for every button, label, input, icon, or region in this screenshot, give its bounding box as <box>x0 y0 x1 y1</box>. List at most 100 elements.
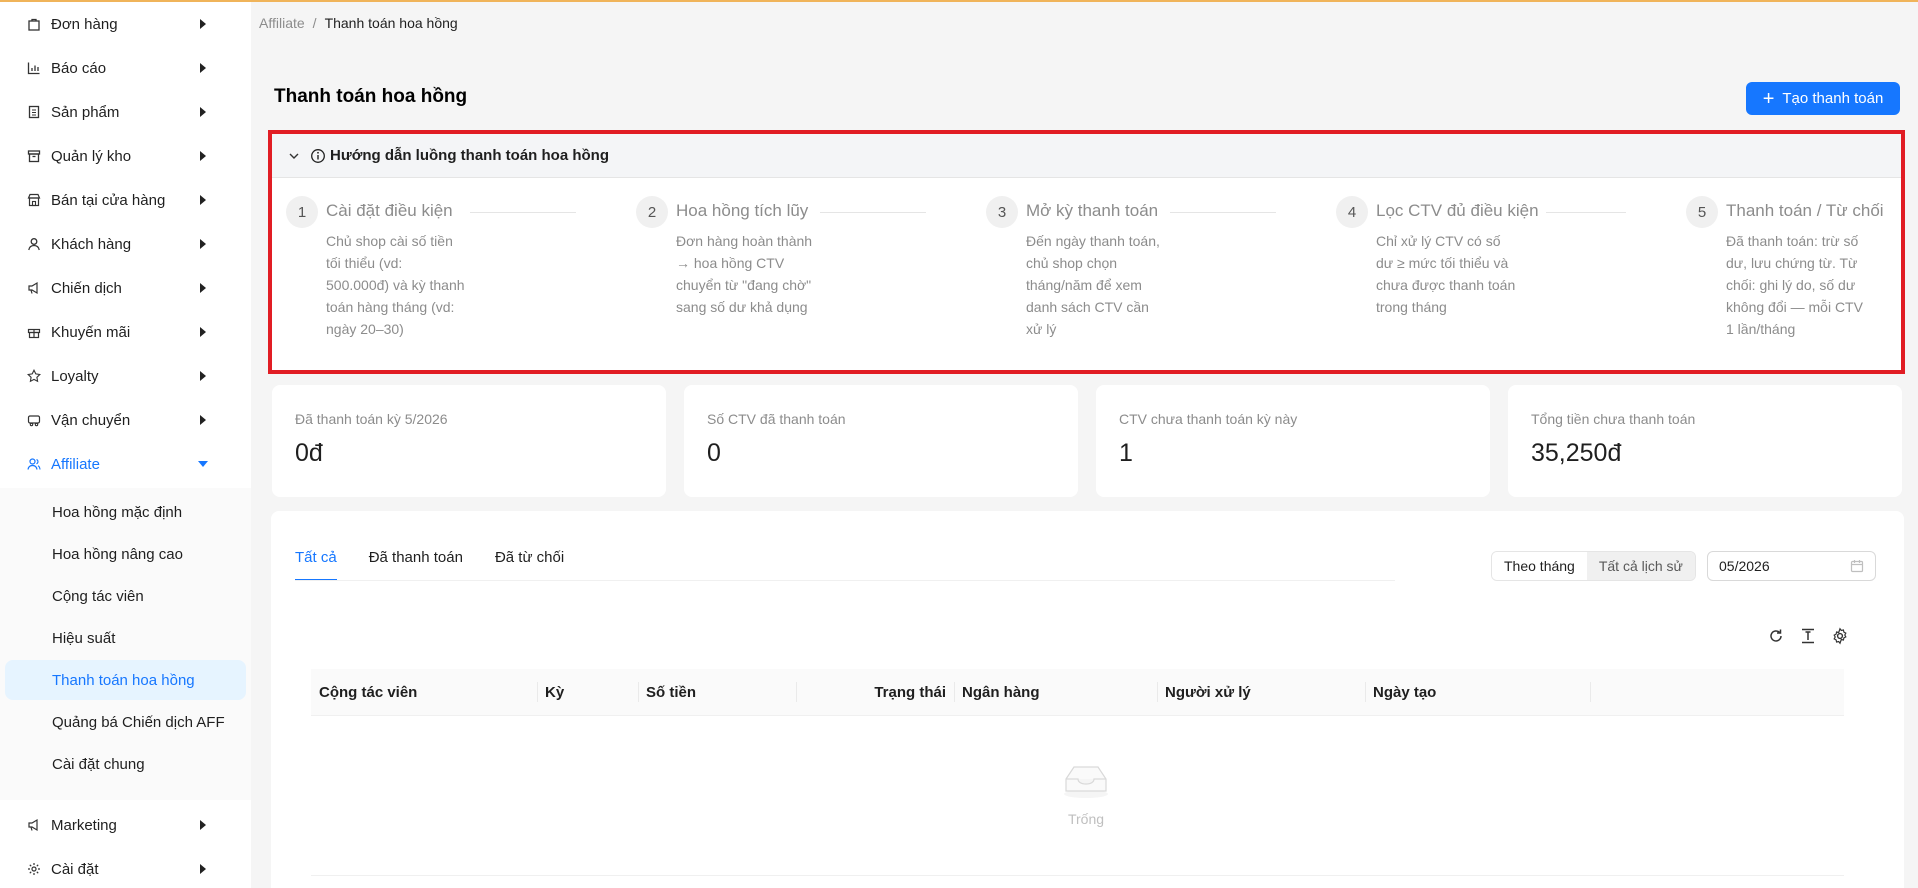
sidebar-item-inventory[interactable]: Quản lý kho <box>0 134 251 178</box>
gift-icon <box>27 325 41 339</box>
step-number: 2 <box>636 196 668 228</box>
step-title: Lọc CTV đủ điều kiện <box>1376 201 1539 220</box>
caret-right-icon <box>200 107 206 117</box>
sidebar-item-loyalty[interactable]: Loyalty <box>0 354 251 398</box>
store-icon <box>27 193 41 207</box>
gear-icon <box>27 862 41 876</box>
stat-card-paid-ctv: Số CTV đã thanh toán 0 <box>684 385 1078 497</box>
sidebar-item-label: Cài đặt <box>51 860 99 878</box>
sidebar-item-products[interactable]: Sản phẩm <box>0 90 251 134</box>
truck-icon <box>27 413 41 427</box>
column-header-handler[interactable]: Người xử lý <box>1157 669 1365 716</box>
submenu-item-default-commission[interactable]: Hoa hồng mặc định <box>5 492 246 532</box>
step-description: Đã thanh toán: trừ số dư, lưu chứng từ. … <box>1726 233 1863 337</box>
sidebar-item-affiliate[interactable]: Affiliate <box>0 442 251 486</box>
tab-rejected[interactable]: Đã từ chối <box>495 549 564 578</box>
step-description: Chủ shop cài số tiền tối thiểu (vd: 500.… <box>326 233 465 337</box>
column-header-period[interactable]: Kỳ <box>537 669 638 716</box>
sidebar-item-reports[interactable]: Báo cáo <box>0 46 251 90</box>
sidebar-item-promotions[interactable]: Khuyến mãi <box>0 310 251 354</box>
step-title: Mở kỳ thanh toán <box>1026 201 1159 220</box>
bag-icon <box>27 17 41 31</box>
step-number: 3 <box>986 196 1018 228</box>
refresh-icon[interactable] <box>1767 627 1785 645</box>
empty-text: Trống <box>1067 811 1105 827</box>
tab-paid[interactable]: Đã thanh toán <box>369 549 463 578</box>
stat-card-unpaid-ctv: CTV chưa thanh toán kỳ này 1 <box>1096 385 1490 497</box>
segment-all-history[interactable]: Tất cả lịch sử <box>1586 552 1695 580</box>
empty-inbox-icon <box>1060 761 1112 799</box>
submenu-item-general-settings[interactable]: Cài đặt chung <box>5 744 246 784</box>
breadcrumb-current: Thanh toán hoa hồng <box>324 15 458 31</box>
document-icon <box>27 105 41 119</box>
sidebar-item-label: Affiliate <box>51 455 100 473</box>
stat-value: 0đ <box>295 439 323 467</box>
status-tabs: Tất cả Đã thanh toán Đã từ chối <box>295 549 564 581</box>
sidebar-item-campaigns[interactable]: Chiến dịch <box>0 266 251 310</box>
sidebar-item-pos[interactable]: Bán tại cửa hàng <box>0 178 251 222</box>
calendar-icon <box>1850 559 1864 573</box>
sidebar-item-shipping[interactable]: Vận chuyển <box>0 398 251 442</box>
sidebar-item-label: Chiến dịch <box>51 279 122 297</box>
sidebar-item-marketing[interactable]: Marketing <box>0 803 251 847</box>
step-title: Cài đặt điều kiện <box>326 201 453 220</box>
month-picker[interactable]: 05/2026 <box>1707 551 1876 581</box>
table-bottom-divider <box>311 875 1844 876</box>
submenu-item-aff-campaign-promo[interactable]: Quảng bá Chiến dịch AFF <box>5 702 246 742</box>
breadcrumb-separator: / <box>312 15 317 31</box>
step-connector <box>1546 212 1626 213</box>
breadcrumb: Affiliate / Thanh toán hoa hồng <box>259 15 458 31</box>
users-icon <box>27 457 41 471</box>
caret-right-icon <box>200 239 206 249</box>
column-height-icon[interactable] <box>1799 627 1817 645</box>
column-header-collaborator[interactable]: Cộng tác viên <box>311 669 537 716</box>
stat-label: Số CTV đã thanh toán <box>707 411 846 427</box>
caret-right-icon <box>200 151 206 161</box>
step-title: Thanh toán / Từ chối <box>1726 201 1884 220</box>
main-content: Affiliate / Thanh toán hoa hồng Thanh to… <box>251 0 1918 888</box>
megaphone-icon <box>27 818 41 832</box>
create-payment-button[interactable]: + Tạo thanh toán <box>1746 82 1900 115</box>
stat-value: 1 <box>1119 439 1133 467</box>
guide-steps: 1 Cài đặt điều kiện Chủ shop cài số tiền… <box>272 178 1901 370</box>
stat-label: CTV chưa thanh toán kỳ này <box>1119 411 1298 427</box>
guide-collapse-header[interactable]: Hướng dẫn luồng thanh toán hoa hồng <box>272 134 1901 178</box>
sidebar-item-label: Vận chuyển <box>51 411 131 429</box>
segment-by-month[interactable]: Theo tháng <box>1492 552 1587 580</box>
step-number: 1 <box>286 196 318 228</box>
sidebar-item-label: Marketing <box>51 816 117 834</box>
column-header-actions <box>1590 669 1844 716</box>
sidebar-item-settings[interactable]: Cài đặt <box>0 847 251 888</box>
caret-right-icon <box>200 864 206 874</box>
top-accent-line <box>0 0 1918 2</box>
tab-all[interactable]: Tất cả <box>295 549 337 581</box>
step-connector <box>1170 212 1276 213</box>
sidebar: Đơn hàng Báo cáo Sản phẩm Quản lý kho Bá… <box>0 0 251 888</box>
page-header: Thanh toán hoa hồng + Tạo thanh toán <box>251 56 1918 116</box>
submenu-item-collaborators[interactable]: Cộng tác viên <box>5 576 246 616</box>
caret-right-icon <box>200 371 206 381</box>
column-header-status[interactable]: Trạng thái <box>796 669 954 716</box>
tabs-divider <box>295 580 1395 581</box>
column-header-amount[interactable]: Số tiền <box>638 669 796 716</box>
create-payment-label: Tạo thanh toán <box>1782 90 1884 107</box>
sidebar-item-label: Loyalty <box>51 367 99 385</box>
caret-right-icon <box>200 63 206 73</box>
column-header-bank[interactable]: Ngân hàng <box>954 669 1157 716</box>
stat-label: Đã thanh toán kỳ 5/2026 <box>295 411 448 427</box>
step-number: 4 <box>1336 196 1368 228</box>
sidebar-item-label: Sản phẩm <box>51 103 120 121</box>
stat-card-paid-period: Đã thanh toán kỳ 5/2026 0đ <box>272 385 666 497</box>
submenu-item-advanced-commission[interactable]: Hoa hồng nâng cao <box>5 534 246 574</box>
step-description: Chỉ xử lý CTV có số dư ≥ mức tối thiểu v… <box>1376 233 1516 315</box>
plus-icon: + <box>1762 87 1775 110</box>
submenu-item-commission-payment[interactable]: Thanh toán hoa hồng <box>5 660 246 700</box>
sidebar-item-customers[interactable]: Khách hàng <box>0 222 251 266</box>
breadcrumb-link-affiliate[interactable]: Affiliate <box>259 15 305 31</box>
table-toolbar <box>1767 627 1849 645</box>
settings-gear-icon[interactable] <box>1831 627 1849 645</box>
caret-right-icon <box>200 19 206 29</box>
sidebar-item-orders[interactable]: Đơn hàng <box>0 2 251 46</box>
submenu-item-performance[interactable]: Hiệu suất <box>5 618 246 658</box>
column-header-created-date[interactable]: Ngày tạo <box>1365 669 1590 716</box>
